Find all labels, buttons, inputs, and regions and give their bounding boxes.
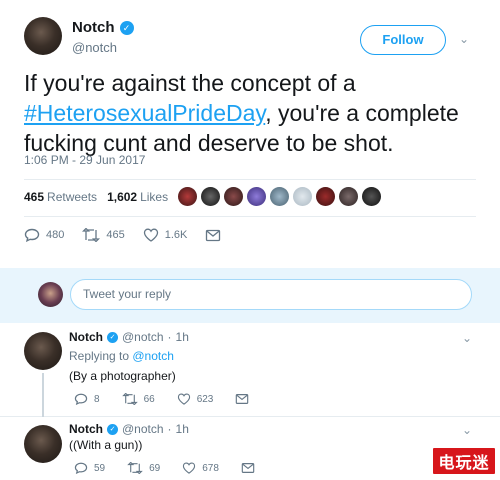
retweets-stat[interactable]: 465 Retweets [24,190,97,204]
reply-tweet[interactable]: Notch ✓ @notch · 1h ⌄ Replying to @notch… [0,323,500,417]
avatar[interactable] [24,332,62,370]
chevron-down-icon[interactable]: ⌄ [459,32,469,46]
tweet-timestamp[interactable]: 1:06 PM - 29 Jun 2017 [24,153,145,167]
author-row: Notch ✓ [72,19,134,36]
reply-count: 59 [94,462,106,474]
heart-icon [177,393,190,405]
liker-avatar[interactable] [247,187,266,206]
liker-avatar[interactable] [270,187,289,206]
reply-actions: 8 66 623 [74,393,267,405]
retweet-action[interactable]: 66 [121,393,155,405]
like-action[interactable]: 1.6K [143,228,188,242]
replying-to: Replying to @notch [69,349,174,363]
tweet-text-before: If you're against the concept of a [24,70,356,96]
likes-count: 1,602 [107,190,138,204]
liker-avatar[interactable] [178,187,197,206]
main-tweet: Notch ✓ @notch Follow ⌄ If you're agains… [0,0,500,268]
separator-dot: · [167,422,172,436]
reply-actions: 59 69 678 [74,462,273,474]
author-name[interactable]: Notch [72,19,115,36]
reply-tweet[interactable]: Notch ✓ @notch · 1h ⌄ ((With a gun)) 59 … [0,418,500,480]
like-action[interactable]: 623 [177,393,214,405]
retweet-count: 66 [143,393,155,405]
author-handle[interactable]: @notch [122,422,164,436]
envelope-icon [236,394,249,404]
retweet-count: 69 [149,462,161,474]
reply-action[interactable]: 8 [74,393,100,405]
chevron-down-icon[interactable]: ⌄ [462,423,472,437]
tweet-actions: 480 465 1.6K [24,228,239,242]
hashtag-link[interactable]: #HeterosexualPrideDay [24,100,265,126]
retweet-icon [121,393,138,405]
reply-text: ((With a gun)) [69,438,143,452]
heart-icon [143,228,158,242]
reply-action[interactable]: 480 [24,228,64,242]
like-count: 678 [202,462,219,474]
reply-header: Notch ✓ @notch · 1h [69,330,189,344]
dm-action[interactable] [205,229,221,242]
likes-label: Likes [140,190,169,204]
envelope-icon [241,463,255,473]
tweet-text: If you're against the concept of a #Hete… [24,68,486,158]
author-handle[interactable]: @notch [122,330,164,344]
liker-avatar[interactable] [201,187,220,206]
retweet-icon [127,462,143,474]
reply-count: 8 [94,393,100,405]
like-count: 1.6K [164,229,188,241]
author-name[interactable]: Notch [69,422,103,436]
liker-avatar[interactable] [316,187,335,206]
thread-line [42,373,44,417]
author-handle[interactable]: @notch [72,40,117,55]
verified-badge-icon: ✓ [107,423,118,435]
like-action[interactable]: 678 [182,462,219,474]
dm-action[interactable] [241,462,255,474]
liker-avatar[interactable] [293,187,312,206]
reply-icon [24,228,40,242]
engagement-stats: 465 Retweets 1,602 Likes [24,190,178,204]
reply-composer: Tweet your reply [0,268,500,323]
dm-action[interactable] [235,393,249,405]
verified-badge-icon: ✓ [119,20,134,35]
reply-time[interactable]: 1h [176,422,189,436]
reply-icon [74,393,88,405]
replying-prefix: Replying to [69,349,133,363]
reply-header: Notch ✓ @notch · 1h [69,422,189,436]
current-user-avatar [38,282,63,307]
envelope-icon [206,229,221,241]
liker-avatar[interactable] [224,187,243,206]
mention-link[interactable]: @notch [132,349,174,363]
separator-dot: · [167,330,172,344]
reply-input[interactable]: Tweet your reply [70,279,472,310]
reply-time[interactable]: 1h [176,330,189,344]
avatar[interactable] [24,425,62,463]
retweet-count: 465 [106,229,125,241]
heart-icon [183,462,196,474]
chevron-down-icon[interactable]: ⌄ [462,331,472,345]
retweet-icon [82,228,101,242]
liker-avatars [178,187,381,206]
follow-button[interactable]: Follow [360,25,446,55]
avatar[interactable] [24,17,62,55]
likes-stat[interactable]: 1,602 Likes [107,190,168,204]
like-count: 623 [196,393,214,405]
retweet-action[interactable]: 465 [82,228,125,242]
watermark-logo: 电玩迷 [431,446,497,476]
liker-avatar[interactable] [339,187,358,206]
reply-action[interactable]: 59 [74,462,105,474]
liker-avatar[interactable] [362,187,381,206]
reply-icon [74,462,88,474]
reply-count: 480 [46,229,65,241]
verified-badge-icon: ✓ [107,331,118,343]
retweet-action[interactable]: 69 [127,462,160,474]
divider [24,179,476,180]
divider [24,216,476,217]
retweets-count: 465 [24,190,45,204]
author-name[interactable]: Notch [69,330,103,344]
reply-text: (By a photographer) [69,369,176,383]
retweets-label: Retweets [47,190,98,204]
